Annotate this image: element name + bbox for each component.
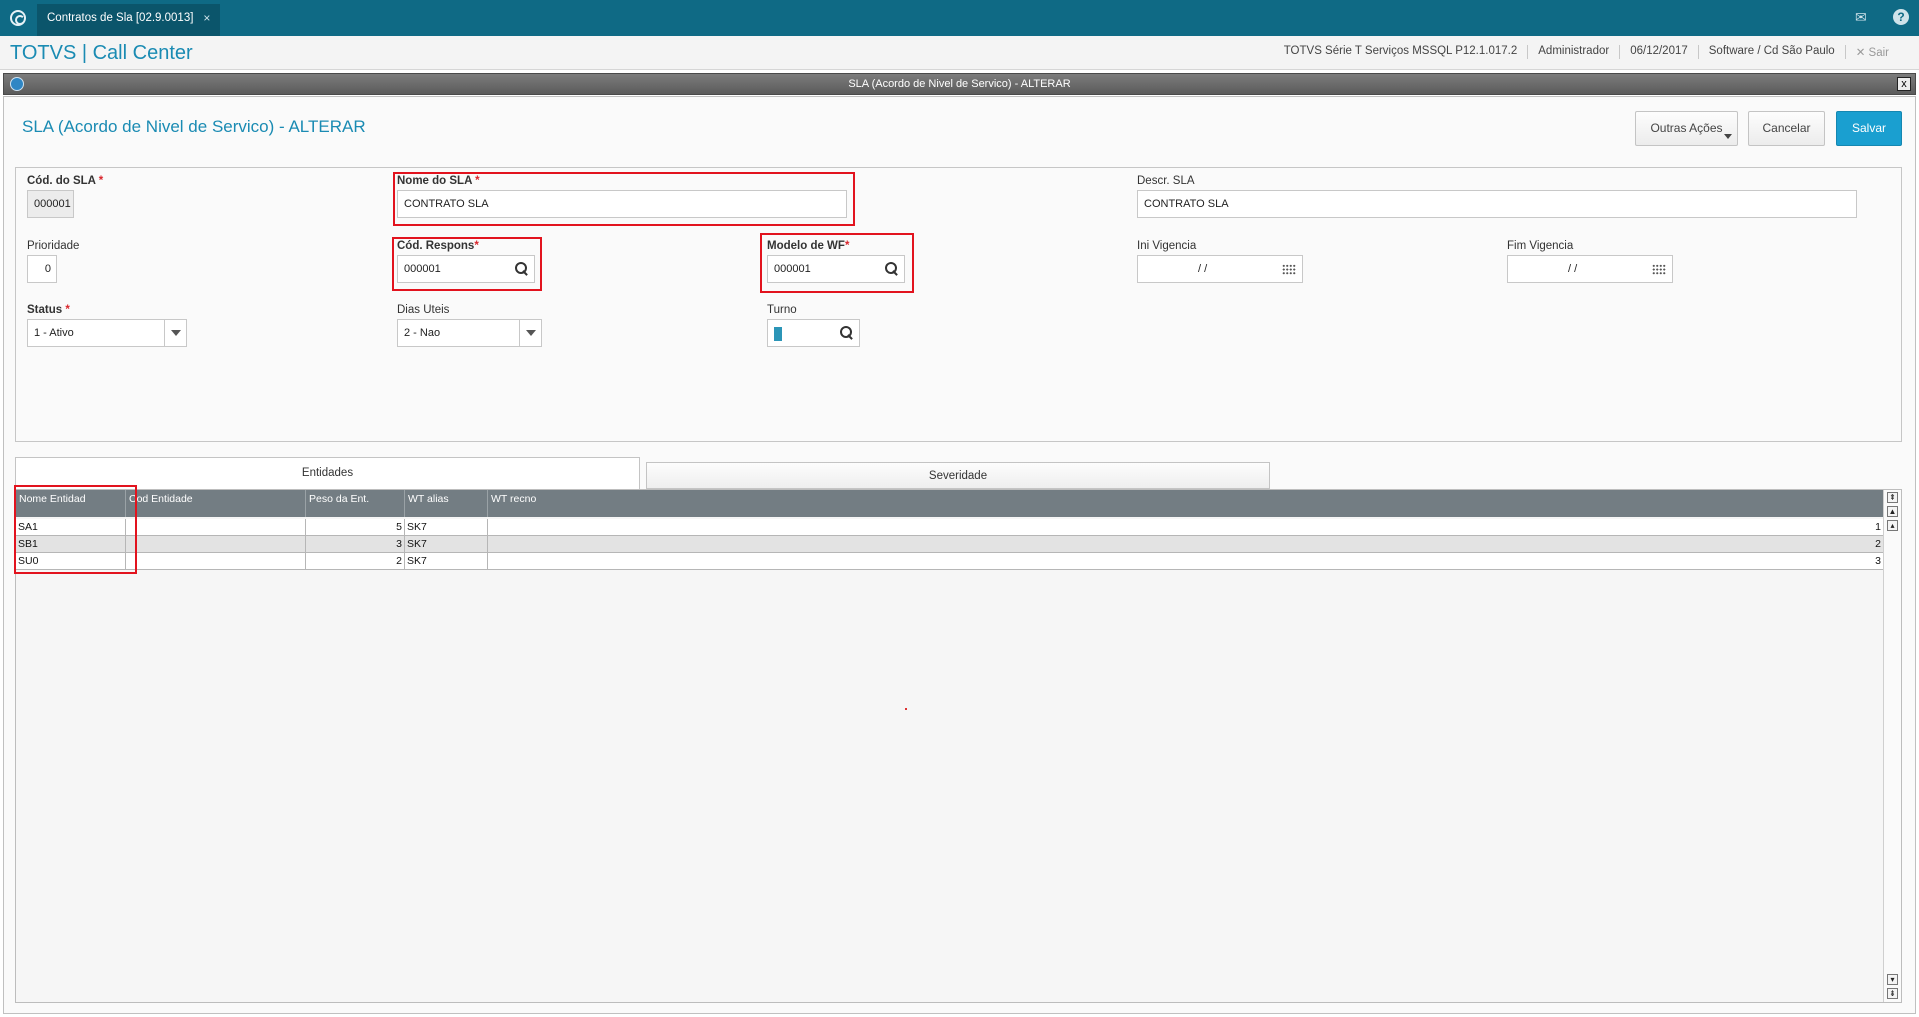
logout-button[interactable]: ✕ Sair [1844, 45, 1899, 59]
cell-recno: 2 [1875, 538, 1881, 550]
nome-sla-label: Nome do SLA * [397, 175, 480, 187]
column-header[interactable]: WT recno [488, 490, 1883, 517]
cancel-button[interactable]: Cancelar [1748, 111, 1825, 146]
modelo-wf-value: 000001 [774, 263, 811, 275]
vertical-scrollbar[interactable]: ⇞ ▲ ▴ ▾ ⇟ [1883, 490, 1901, 1002]
grid-header: Nome Entidad Cod Entidade Peso da Ent. W… [16, 490, 1883, 517]
page-title: SLA (Acordo de Nivel de Servico) - ALTER… [22, 117, 366, 136]
date-info: 06/12/2017 [1619, 45, 1698, 59]
mail-icon[interactable]: ✉ [1855, 9, 1867, 26]
stray-dot [905, 708, 907, 710]
cell-cod [126, 553, 306, 569]
tab-label: Contratos de Sla [02.9.0013] [47, 12, 194, 24]
top-bar: Contratos de Sla [02.9.0013] × ✉ ? [0, 0, 1919, 36]
scroll-bottom-icon[interactable]: ⇟ [1887, 988, 1898, 999]
dias-uteis-label: Dias Uteis [397, 304, 450, 316]
text-cursor [774, 327, 782, 341]
fim-vigencia-label: Fim Vigencia [1507, 240, 1574, 252]
descr-sla-label: Descr. SLA [1137, 175, 1195, 187]
column-header[interactable]: Nome Entidad [16, 490, 126, 517]
header-info: TOTVS Série T Serviços MSSQL P12.1.017.2… [1274, 45, 1899, 59]
cell-peso: 5 [306, 519, 405, 535]
cell-recno: 1 [1875, 521, 1881, 533]
table-row[interactable]: SU0 2 SK7 3 [16, 553, 1883, 570]
cell-alias: SK7 [405, 553, 488, 569]
dialog-close-button[interactable]: x [1897, 77, 1911, 91]
column-header[interactable]: Peso da Ent. [306, 490, 405, 517]
totvs-logo-icon[interactable] [10, 10, 26, 26]
cell-nome: SU0 [16, 553, 126, 569]
prioridade-field[interactable]: 0 [27, 255, 57, 283]
cod-respons-field[interactable]: 000001 [397, 255, 535, 283]
tab-severidade[interactable]: Severidade [646, 462, 1270, 489]
tab-entidades[interactable]: Entidades [15, 457, 640, 489]
dias-uteis-value: 2 - Nao [404, 327, 441, 339]
scroll-down-icon[interactable]: ▾ [1887, 974, 1898, 985]
help-icon[interactable]: ? [1893, 9, 1909, 25]
nome-sla-field[interactable]: CONTRATO SLA [397, 190, 847, 218]
chevron-down-icon[interactable] [164, 320, 186, 346]
search-icon[interactable] [515, 262, 528, 275]
cell-nome: SB1 [16, 536, 126, 552]
dias-uteis-select[interactable]: 2 - Nao [397, 319, 542, 347]
search-icon[interactable] [840, 326, 853, 339]
ini-vigencia-label: Ini Vigencia [1137, 240, 1197, 252]
cell-alias: SK7 [405, 519, 488, 535]
cod-sla-field[interactable]: 000001 [27, 190, 74, 218]
fim-vigencia-value: / / [1568, 263, 1578, 275]
cell-alias: SK7 [405, 536, 488, 552]
status-select[interactable]: 1 - Ativo [27, 319, 187, 347]
calendar-icon[interactable] [1652, 264, 1666, 275]
cell-nome: SA1 [16, 519, 126, 535]
cell-cod [126, 536, 306, 552]
scroll-up-icon[interactable]: ▴ [1887, 520, 1898, 531]
ini-vigencia-field[interactable]: / / [1137, 255, 1303, 283]
table-row[interactable]: SA1 5 SK7 1 [16, 519, 1883, 536]
status-label: Status * [27, 304, 70, 316]
dialog-title: SLA (Acordo de Nivel de Servico) - ALTER… [848, 78, 1071, 90]
save-button[interactable]: Salvar [1836, 111, 1902, 146]
column-header[interactable]: WT alias [405, 490, 488, 517]
fim-vigencia-field[interactable]: / / [1507, 255, 1673, 283]
entidades-grid: Nome Entidad Cod Entidade Peso da Ent. W… [15, 489, 1902, 1003]
modelo-wf-label: Modelo de WF* [767, 240, 850, 252]
prioridade-label: Prioridade [27, 240, 80, 252]
cell-peso: 2 [306, 553, 405, 569]
ini-vigencia-value: / / [1198, 263, 1208, 275]
cell-recno: 3 [1875, 555, 1881, 567]
tab-contratos-sla[interactable]: Contratos de Sla [02.9.0013] × [37, 4, 221, 36]
dialog-title-bar: SLA (Acordo de Nivel de Servico) - ALTER… [3, 73, 1916, 95]
chevron-down-icon [1724, 134, 1732, 139]
calendar-icon[interactable] [1282, 264, 1296, 275]
search-icon[interactable] [885, 262, 898, 275]
table-row[interactable]: SB1 3 SK7 2 [16, 536, 1883, 553]
tab-close-icon[interactable]: × [203, 4, 210, 36]
scroll-page-up-icon[interactable]: ▲ [1887, 506, 1898, 517]
system-info: TOTVS Série T Serviços MSSQL P12.1.017.2 [1283, 45, 1518, 57]
other-actions-label: Outras Ações [1650, 121, 1723, 135]
cod-respons-label: Cód. Respons* [397, 240, 479, 252]
app-brand: TOTVS | Call Center [10, 42, 193, 64]
status-value: 1 - Ativo [34, 327, 74, 339]
company-info: Software / Cd São Paulo [1697, 45, 1845, 59]
user-info: Administrador [1527, 45, 1619, 59]
column-header[interactable]: Cod Entidade [126, 490, 306, 517]
cod-respons-value: 000001 [404, 263, 441, 275]
cell-cod [126, 519, 306, 535]
modelo-wf-field[interactable]: 000001 [767, 255, 905, 283]
turno-field[interactable] [767, 319, 860, 347]
other-actions-button[interactable]: Outras Ações [1635, 111, 1738, 146]
cell-peso: 3 [306, 536, 405, 552]
app-header: TOTVS | Call Center TOTVS Série T Serviç… [0, 36, 1919, 70]
cod-sla-label: Cód. do SLA * [27, 175, 104, 187]
chevron-down-icon[interactable] [519, 320, 541, 346]
scroll-top-icon[interactable]: ⇞ [1887, 492, 1898, 503]
descr-sla-field[interactable]: CONTRATO SLA [1137, 190, 1857, 218]
turno-label: Turno [767, 304, 797, 316]
